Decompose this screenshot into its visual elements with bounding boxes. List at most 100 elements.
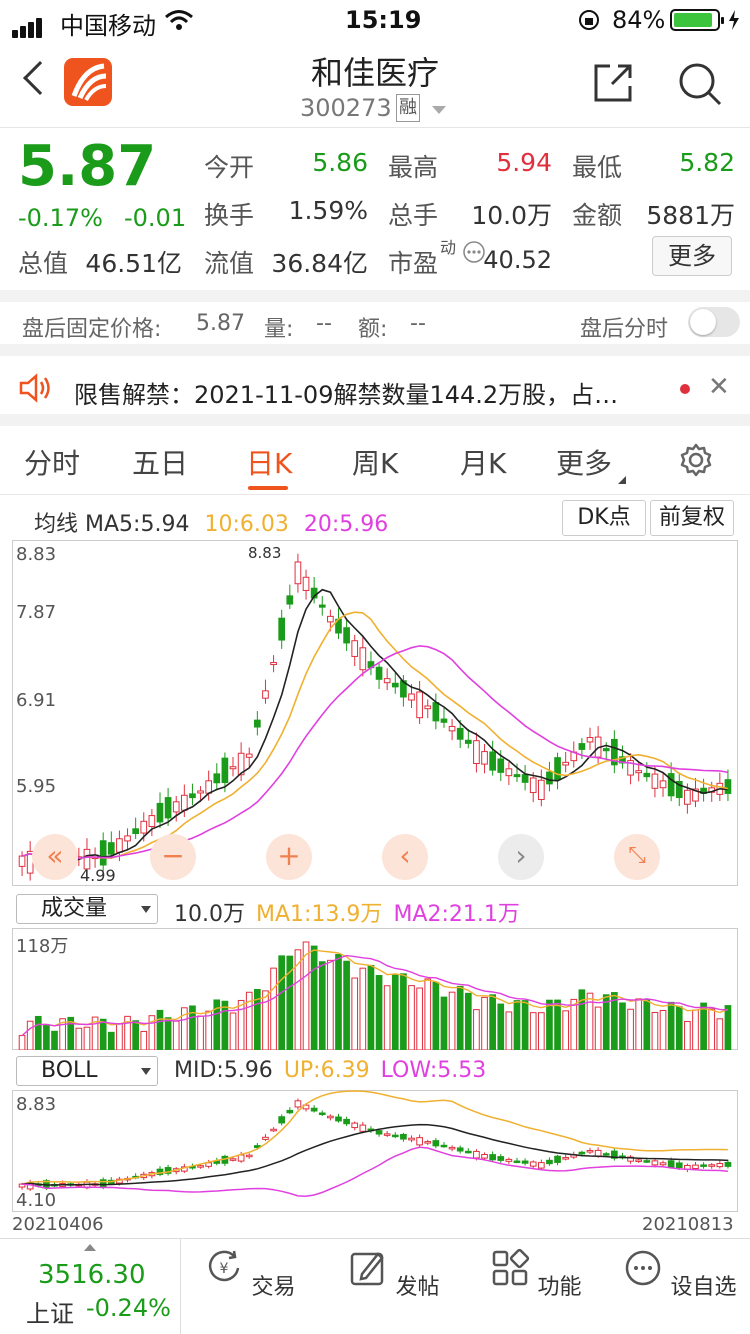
volume-indicator-label: 成交量 <box>41 896 108 921</box>
zoom-in-button[interactable]: + <box>266 834 312 880</box>
volume-bar <box>156 1009 164 1050</box>
tab-intraday[interactable]: 分时 <box>24 442 80 482</box>
low-marker-label: 4.99 <box>80 866 116 885</box>
volume-current: 10.0万 <box>174 902 245 927</box>
candle-body <box>318 604 326 608</box>
date-end: 20210813 <box>642 1214 734 1235</box>
candle-body <box>635 770 643 774</box>
candle-body <box>254 719 261 728</box>
amount-value: 5881万 <box>646 201 735 230</box>
volume-bar <box>262 990 269 1050</box>
share-icon[interactable] <box>590 60 636 106</box>
boll-candle-body <box>327 1115 334 1119</box>
candle-body <box>375 666 383 680</box>
nav-post[interactable]: 发帖 <box>334 1248 454 1301</box>
volume-bar <box>302 941 310 1050</box>
candle-body <box>172 801 180 813</box>
volume-bar <box>505 1011 513 1050</box>
boll-candle-body <box>505 1158 513 1162</box>
tab-more[interactable]: 更多 <box>556 442 612 482</box>
candle-body <box>408 693 415 701</box>
boll-up-line <box>21 1090 728 1185</box>
boll-candle-body <box>464 1150 472 1154</box>
volume-bar <box>335 953 342 1050</box>
last-price: 5.87 <box>18 134 157 199</box>
nav-trade[interactable]: ¥ 交易 <box>190 1248 310 1301</box>
candle-body <box>684 789 691 805</box>
dk-point-button[interactable]: DK点 <box>562 500 646 536</box>
after-hours-toggle-label: 盘后分时 <box>580 317 669 342</box>
dropdown-icon[interactable] <box>432 106 446 114</box>
boll-candle-body <box>432 1140 440 1147</box>
volume-bar <box>51 1030 58 1050</box>
volume-value: 10.0万 <box>471 201 552 230</box>
volume-bar <box>554 999 561 1050</box>
boll-candle-body <box>351 1122 359 1129</box>
volume-bar <box>619 1002 626 1050</box>
index-change[interactable]: -0.24% <box>86 1294 171 1322</box>
candle-body <box>383 678 391 684</box>
margin-badge: 融 <box>396 94 420 122</box>
index-value[interactable]: 3516.30 <box>38 1260 146 1290</box>
signal-icon <box>12 10 44 38</box>
trade-icon: ¥ <box>209 1250 240 1282</box>
zoom-out-button[interactable]: − <box>150 834 196 880</box>
volume-bar <box>708 1008 716 1050</box>
volume-bar <box>546 999 553 1050</box>
tab-weekly-k[interactable]: 周K <box>352 442 398 482</box>
nav-functions[interactable]: 功能 <box>476 1248 596 1301</box>
boll-candle-body <box>724 1161 732 1167</box>
volume-bar <box>237 999 245 1050</box>
ma-label: 均线 <box>34 512 79 537</box>
volume-bar <box>34 1015 42 1050</box>
boll-candle-body <box>99 1179 107 1188</box>
grid-icon <box>493 1248 530 1286</box>
candle-body <box>481 751 488 765</box>
boll-candle-body <box>440 1144 448 1148</box>
scroll-left-fast-button[interactable]: « <box>32 834 78 880</box>
volume-indicator-select[interactable]: 成交量 <box>16 894 158 924</box>
boll-candle-body <box>197 1165 204 1168</box>
volume-bar <box>197 1015 204 1050</box>
ma5-value: MA5:5.94 <box>85 512 190 537</box>
lockup-notice[interactable]: 限售解禁：2021-11-09解禁数量144.2万股，占… <box>74 375 654 410</box>
volume-bar <box>75 1027 83 1050</box>
settings-gear-icon[interactable] <box>678 442 714 478</box>
divider <box>0 290 750 302</box>
float-cap-label: 流值 <box>204 249 255 278</box>
boll-candle-body <box>537 1162 545 1169</box>
index-name[interactable]: 上证 <box>26 1294 74 1329</box>
boll-candle-body <box>408 1137 415 1141</box>
expand-index-icon[interactable] <box>84 1244 96 1251</box>
volume-bar <box>205 1010 213 1050</box>
search-icon[interactable] <box>676 60 724 108</box>
ma10-value: 10:6.03 <box>204 512 289 537</box>
boll-low: LOW:5.53 <box>380 1058 487 1083</box>
nav-watchlist[interactable]: 设自选 <box>620 1248 740 1301</box>
after-hours-toggle[interactable] <box>688 307 740 337</box>
fullscreen-button[interactable]: ⤡ <box>614 834 660 880</box>
nav-functions-label: 功能 <box>537 1275 582 1300</box>
candle-body <box>197 790 204 794</box>
candle-body <box>286 595 294 605</box>
boll-candle-body <box>343 1118 350 1125</box>
tab-monthly-k[interactable]: 月K <box>460 442 506 482</box>
tab-daily-k[interactable]: 日K <box>246 442 292 482</box>
candle-body <box>205 780 213 794</box>
more-button[interactable]: 更多 <box>652 236 732 276</box>
candle-body <box>245 753 253 758</box>
scroll-left-button[interactable]: ‹ <box>382 834 428 880</box>
candle-body <box>229 766 237 770</box>
volume-bar <box>578 989 586 1050</box>
close-icon[interactable]: ✕ <box>708 372 730 402</box>
scroll-right-button[interactable]: › <box>498 834 544 880</box>
boll-candle-body <box>497 1156 505 1161</box>
volume-bar <box>310 945 318 1050</box>
volume-bar <box>116 1023 123 1050</box>
tab-five-day[interactable]: 五日 <box>132 442 188 482</box>
volume-bar <box>318 961 326 1050</box>
adjust-price-button[interactable]: 前复权 <box>650 500 734 536</box>
candle-body <box>156 802 164 823</box>
candle-body <box>18 855 26 867</box>
boll-indicator-select[interactable]: BOLL <box>16 1056 158 1086</box>
